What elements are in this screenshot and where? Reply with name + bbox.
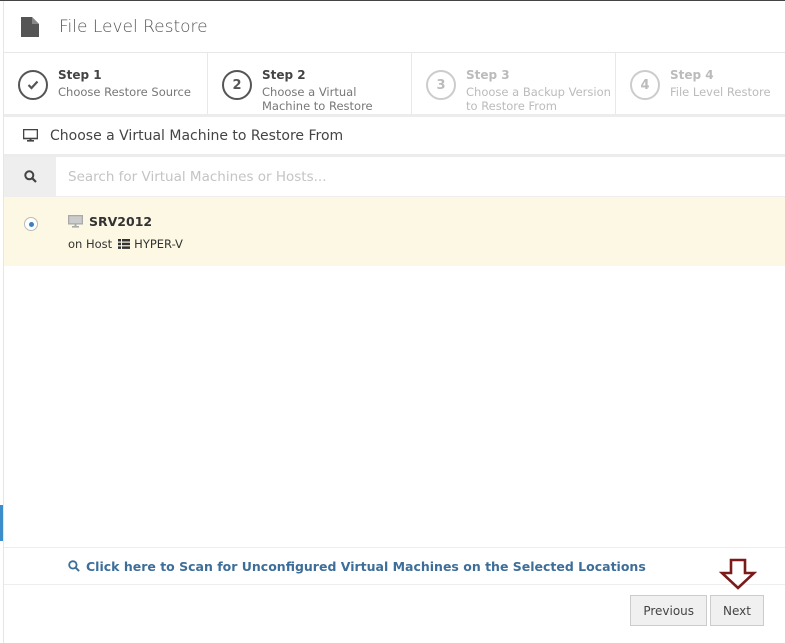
annotation-arrow-icon xyxy=(719,558,757,590)
checkmark-icon xyxy=(18,70,48,100)
scan-unconfigured-vms-link[interactable]: Click here to Scan for Unconfigured Virt… xyxy=(86,559,646,574)
previous-button[interactable]: Previous xyxy=(630,595,708,626)
step-number: 4 xyxy=(630,70,660,100)
step-3[interactable]: 3 Step 3 Choose a Backup Version to Rest… xyxy=(412,53,616,114)
host-name: HYPER-V xyxy=(134,237,183,251)
server-list-icon xyxy=(118,239,131,249)
vm-name: SRV2012 xyxy=(89,214,153,229)
step-label: Step 3 xyxy=(466,68,510,82)
step-1[interactable]: Step 1 Choose Restore Source xyxy=(4,53,208,114)
search-icon xyxy=(68,560,80,572)
file-icon xyxy=(21,16,39,37)
section-title: Choose a Virtual Machine to Restore From xyxy=(50,127,344,144)
vm-radio-button[interactable] xyxy=(24,217,38,231)
search-icon xyxy=(4,157,56,196)
wizard-steps: Step 1 Choose Restore Source 2 Step 2 Ch… xyxy=(4,53,785,117)
scan-row: Click here to Scan for Unconfigured Virt… xyxy=(4,547,785,585)
step-description: Choose Restore Source xyxy=(58,85,191,99)
search-input[interactable] xyxy=(56,157,785,196)
next-button[interactable]: Next xyxy=(710,595,764,626)
step-label: Step 2 xyxy=(262,68,306,82)
wizard-panel: File Level Restore Step 1 Choose Restore… xyxy=(3,1,785,643)
step-2[interactable]: 2 Step 2 Choose a Virtual Machine to Res… xyxy=(208,53,412,114)
step-4[interactable]: 4 Step 4 File Level Restore xyxy=(616,53,785,114)
section-header: Choose a Virtual Machine to Restore From xyxy=(4,117,785,157)
monitor-icon xyxy=(23,129,38,142)
step-number: 2 xyxy=(222,70,252,100)
step-label: Step 4 xyxy=(670,68,714,82)
step-label: Step 1 xyxy=(58,68,102,82)
step-description: File Level Restore xyxy=(670,85,771,99)
page-title: File Level Restore xyxy=(59,16,208,37)
vm-list-item[interactable]: SRV2012 on Host HYPER-V xyxy=(4,197,785,266)
wizard-header: File Level Restore xyxy=(4,1,785,53)
step-description: Choose a Backup Version to Restore From xyxy=(466,85,611,113)
wizard-navigation: Previous Next xyxy=(630,595,764,626)
monitor-icon xyxy=(68,215,83,228)
step-number: 3 xyxy=(426,70,456,100)
search-bar xyxy=(4,157,785,197)
step-description: Choose a Virtual Machine to Restore xyxy=(262,85,373,113)
host-prefix: on Host xyxy=(68,237,113,251)
